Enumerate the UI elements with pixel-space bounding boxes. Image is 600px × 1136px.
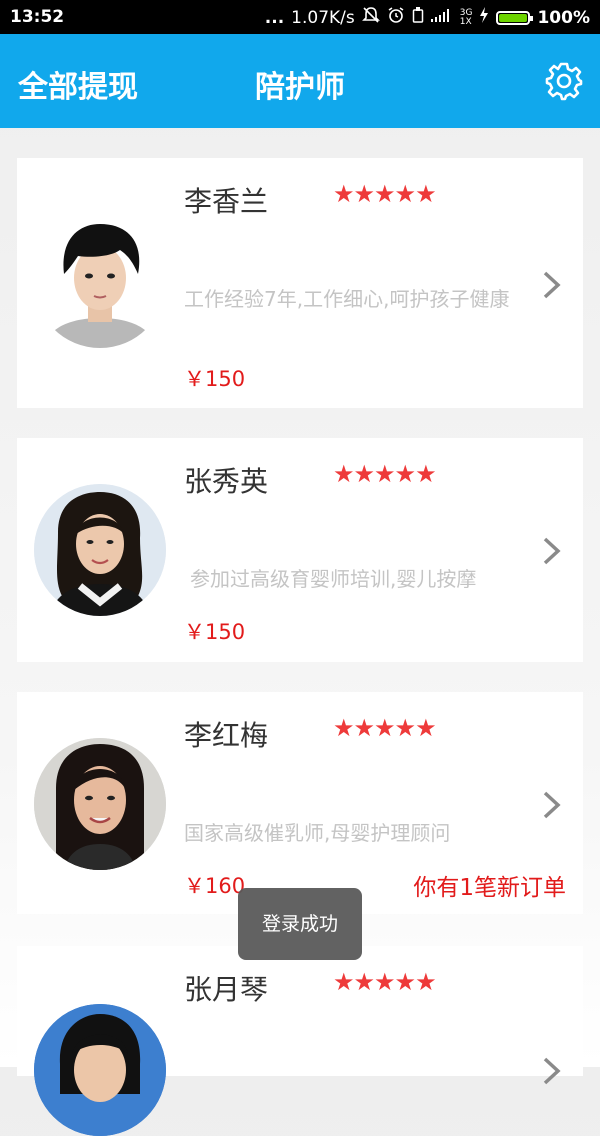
rating-stars: ★★★★★: [333, 714, 437, 742]
caregiver-price: ￥150: [184, 367, 246, 391]
caregiver-name: 李香兰: [184, 185, 269, 218]
caregiver-card[interactable]: 张月琴 ★★★★★: [17, 946, 583, 1136]
chevron-right-icon: [541, 536, 563, 566]
caregiver-description: 参加过高级育婴师培训,婴儿按摩: [190, 567, 477, 591]
gear-icon[interactable]: [544, 61, 584, 101]
rating-stars: ★★★★★: [333, 460, 437, 488]
app-bar: 全部提现 陪护师: [0, 34, 600, 128]
new-order-notice[interactable]: 你有1笔新订单: [413, 868, 566, 902]
caregiver-description: 国家高级催乳师,母婴护理顾问: [184, 821, 451, 845]
status-bar: 13:52 ... 1.07K/s 3G 1X 100%: [0, 0, 600, 34]
network-type: 3G 1X: [459, 8, 473, 27]
avatar: [34, 738, 166, 870]
network-speed: 1.07K/s: [291, 7, 355, 28]
rating-stars: ★★★★★: [333, 968, 437, 996]
login-success-toast: 登录成功: [238, 888, 362, 960]
status-time: 13:52: [10, 7, 65, 27]
caregiver-name: 张月琴: [184, 973, 269, 1006]
caregiver-description: 工作经验7年,工作细心,呵护孩子健康: [184, 287, 510, 311]
charging-icon: [479, 7, 489, 28]
caregiver-card[interactable]: 李香兰 ★★★★★ 工作经验7年,工作细心,呵护孩子健康 ￥150: [17, 158, 583, 408]
caregiver-price: ￥160: [184, 874, 246, 898]
rating-stars: ★★★★★: [333, 180, 437, 208]
signal-icon: [430, 7, 453, 28]
alarm-icon: [387, 6, 405, 29]
caregiver-name: 李红梅: [184, 719, 269, 752]
chevron-right-icon: [541, 270, 563, 300]
status-dots: ...: [264, 7, 285, 28]
avatar: [34, 1004, 166, 1136]
page-title: 陪护师: [255, 70, 345, 105]
caregiver-card[interactable]: 李红梅 ★★★★★ 国家高级催乳师,母婴护理顾问 ￥160 你有1笔新订单: [17, 692, 583, 914]
chevron-right-icon: [541, 1056, 563, 1086]
sim-icon: [412, 6, 424, 29]
avatar: [34, 484, 166, 616]
avatar: [34, 216, 166, 348]
battery-icon: [496, 10, 534, 25]
battery-fill: [499, 13, 528, 22]
caregiver-card[interactable]: 张秀英 ★★★★★ 参加过高级育婴师培训,婴儿按摩 ￥150: [17, 438, 583, 662]
status-indicators: ... 1.07K/s 3G 1X 100%: [265, 6, 590, 29]
caregiver-price: ￥150: [184, 620, 246, 644]
chevron-right-icon: [541, 790, 563, 820]
network-bottom-label: 1X: [459, 16, 472, 27]
battery-percent: 100%: [537, 7, 590, 28]
caregiver-name: 张秀英: [184, 465, 269, 498]
mute-bell-icon: [361, 6, 380, 29]
